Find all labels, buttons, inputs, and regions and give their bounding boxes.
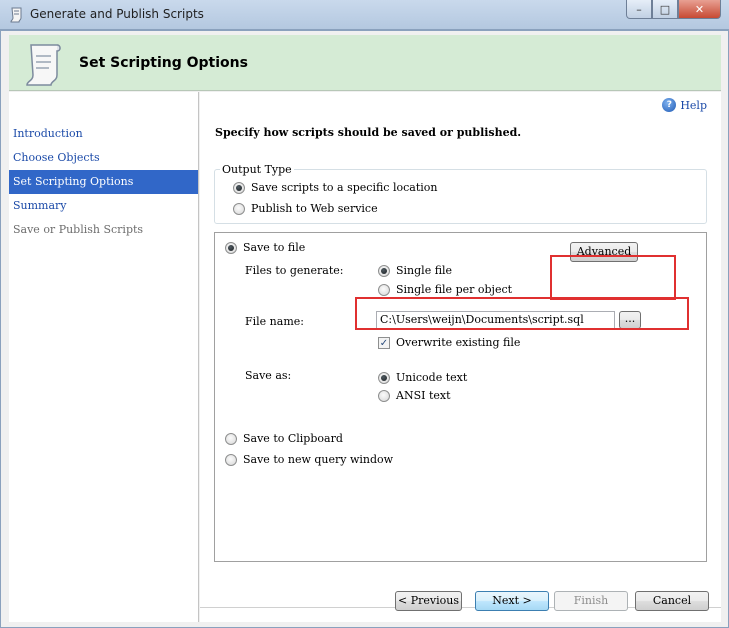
radio-indicator xyxy=(378,371,390,384)
help-label: Help xyxy=(680,98,707,112)
nav-item-introduction[interactable]: Introduction xyxy=(9,122,198,146)
radio-indicator xyxy=(378,283,390,296)
nav-item-choose-objects[interactable]: Choose Objects xyxy=(9,146,198,170)
radio-single-file[interactable]: Single file xyxy=(378,264,452,277)
radio-label: Save to Clipboard xyxy=(243,432,343,445)
radio-label: Unicode text xyxy=(396,371,468,384)
page-banner: Set Scripting Options xyxy=(9,35,721,91)
scroll-icon xyxy=(10,7,22,23)
nav-item-summary[interactable]: Summary xyxy=(9,194,198,218)
radio-label: Save to new query window xyxy=(243,453,394,466)
section-heading: Specify how scripts should be saved or p… xyxy=(215,126,522,139)
checkmark-icon: ✓ xyxy=(378,336,390,349)
radio-label: ANSI text xyxy=(396,389,451,402)
radio-indicator xyxy=(225,241,237,254)
radio-indicator xyxy=(378,264,390,277)
output-type-group: Output Type Save scripts to a specific l… xyxy=(214,163,707,224)
highlight-box-advanced xyxy=(550,255,676,300)
close-button[interactable]: ✕ xyxy=(678,0,721,19)
radio-label: Save scripts to a specific location xyxy=(251,181,438,194)
page-title: Set Scripting Options xyxy=(79,55,248,71)
main-panel: ? Help Specify how scripts should be sav… xyxy=(200,92,721,622)
radio-label: Single file xyxy=(396,264,453,277)
finish-button: Finish xyxy=(554,591,628,611)
window-controls: – □ ✕ xyxy=(626,0,721,19)
cancel-button[interactable]: Cancel xyxy=(635,591,709,611)
wizard-nav: Introduction Choose Objects Set Scriptin… xyxy=(9,92,199,622)
highlight-box-file-name xyxy=(355,297,689,330)
overwrite-checkbox[interactable]: ✓ Overwrite existing file xyxy=(378,336,520,349)
radio-save-to-file[interactable]: Save to file xyxy=(225,241,305,254)
radio-save-to-query-window[interactable]: Save to new query window xyxy=(225,453,393,466)
radio-indicator xyxy=(225,432,237,445)
radio-label: Single file per object xyxy=(396,283,513,296)
title-bar[interactable]: Generate and Publish Scripts – □ ✕ xyxy=(0,0,729,30)
radio-label: Save to file xyxy=(243,241,306,254)
help-link[interactable]: ? Help xyxy=(662,98,707,112)
dialog-client: Set Scripting Options Introduction Choos… xyxy=(0,30,729,628)
output-type-legend: Output Type xyxy=(220,163,294,176)
nav-item-save-or-publish: Save or Publish Scripts xyxy=(13,223,144,236)
radio-single-file-per-object[interactable]: Single file per object xyxy=(378,283,512,296)
radio-indicator xyxy=(233,202,245,215)
radio-unicode-text[interactable]: Unicode text xyxy=(378,371,467,384)
radio-indicator xyxy=(378,389,390,402)
maximize-button[interactable]: □ xyxy=(652,0,678,19)
help-icon: ? xyxy=(662,98,677,112)
next-button[interactable]: Next > xyxy=(475,591,549,611)
file-name-label: File name: xyxy=(245,315,304,328)
nav-item-set-scripting-options[interactable]: Set Scripting Options xyxy=(9,170,198,194)
files-to-generate-label: Files to generate: xyxy=(245,264,344,277)
checkbox-label: Overwrite existing file xyxy=(396,336,521,349)
radio-label: Publish to Web service xyxy=(251,202,378,215)
radio-publish-web-service[interactable]: Publish to Web service xyxy=(233,202,378,215)
previous-button[interactable]: < Previous xyxy=(395,591,462,611)
minimize-button[interactable]: – xyxy=(626,0,652,19)
radio-indicator xyxy=(225,453,237,466)
radio-indicator xyxy=(233,181,245,194)
radio-ansi-text[interactable]: ANSI text xyxy=(378,389,451,402)
radio-save-to-location[interactable]: Save scripts to a specific location xyxy=(233,181,437,194)
window-title: Generate and Publish Scripts xyxy=(30,7,204,21)
radio-save-to-clipboard[interactable]: Save to Clipboard xyxy=(225,432,343,445)
save-as-label: Save as: xyxy=(245,369,292,382)
scroll-icon xyxy=(26,44,61,86)
